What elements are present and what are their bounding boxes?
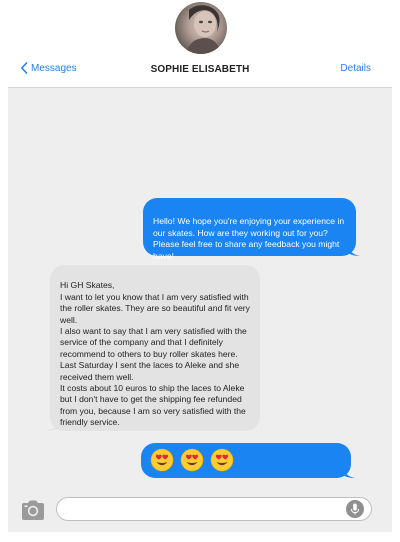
message-text: Hello! We hope you're enjoying your expe… <box>153 216 345 261</box>
heart-eyes-emoji-icon <box>180 448 204 472</box>
bubble-tail <box>46 421 58 431</box>
camera-icon[interactable] <box>20 499 46 521</box>
emoji-row <box>150 448 234 472</box>
message-text: Hi GH Skates, I want to let you know tha… <box>60 280 250 428</box>
details-link[interactable]: Details <box>340 63 371 74</box>
heart-eyes-emoji-icon <box>150 448 174 472</box>
outgoing-emoji-message-bubble[interactable] <box>141 443 355 478</box>
heart-eyes-emoji-icon <box>210 448 234 472</box>
bubble-tail <box>343 468 355 478</box>
message-input[interactable] <box>56 497 372 521</box>
bubble-tail <box>348 246 360 256</box>
incoming-message-bubble[interactable]: Hi GH Skates, I want to let you know tha… <box>46 265 260 431</box>
avatar[interactable] <box>175 2 227 54</box>
outgoing-message-bubble[interactable]: Hello! We hope you're enjoying your expe… <box>143 198 360 261</box>
conversation-header: Messages SOPHIE ELISABETH Details <box>0 0 400 88</box>
microphone-icon[interactable] <box>346 500 364 518</box>
